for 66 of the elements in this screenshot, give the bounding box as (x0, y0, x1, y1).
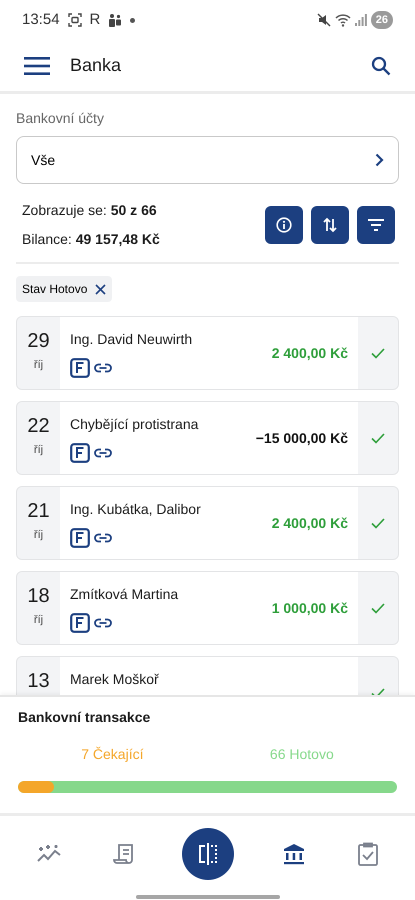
transaction-card[interactable]: 21 říj Ing. Kubátka, Dalibor 2 400,00 Kč (16, 486, 399, 560)
counterparty-name: Zmítková Martina (70, 585, 178, 604)
dot-icon (130, 18, 136, 22)
info-button[interactable] (265, 206, 303, 244)
filter-icon (368, 219, 384, 231)
link-icon (94, 448, 112, 458)
battery-level: 26 (370, 10, 393, 30)
counterparty-name: Chybějící protistrana (70, 415, 198, 434)
account-select[interactable]: Vše (16, 136, 399, 184)
shown-count: 50 z 66 (110, 202, 157, 218)
teams-icon (108, 13, 122, 27)
transaction-amount: 2 400,00 Kč (272, 514, 348, 532)
counterparty-name: Ing. Kubátka, Dalibor (70, 500, 201, 519)
info-icon (276, 217, 292, 233)
bank-icon (282, 842, 306, 865)
split-view-icon (197, 842, 220, 866)
link-icon (94, 363, 112, 373)
sort-button[interactable] (311, 206, 349, 244)
filter-button[interactable] (357, 206, 395, 244)
screenshot-icon (68, 13, 82, 27)
balance-label: Bilance: (22, 231, 72, 247)
sort-icon (323, 217, 337, 233)
link-icon (94, 618, 112, 628)
done-count: 66 Hotovo (270, 745, 334, 764)
search-icon (371, 56, 391, 76)
transaction-day: 13 (27, 671, 50, 691)
status-time: 13:54 (22, 10, 60, 30)
transaction-month: říj (34, 528, 44, 543)
chevron-right-icon (375, 153, 384, 167)
mute-icon (316, 13, 331, 27)
filter-chip[interactable]: Stav Hotovo (16, 276, 112, 302)
transaction-amount: 2 400,00 Kč (272, 344, 348, 362)
transaction-month: říj (34, 358, 44, 373)
signal-icon (354, 14, 367, 26)
transaction-card[interactable]: 29 říj Ing. David Neuwirth 2 400,00 Kč (16, 316, 399, 390)
balance-value: 49 157,48 Kč (76, 231, 160, 247)
close-icon (95, 284, 106, 294)
transaction-amount: −15 000,00 Kč (256, 428, 348, 448)
sparkle-chart-icon (36, 844, 62, 864)
field-label: Bankovní účty (16, 109, 105, 128)
counterparty-name: Marek Moškoř (70, 670, 159, 689)
clipboard-check-icon (357, 842, 380, 866)
sheet-title: Bankovní transakce (18, 708, 152, 727)
invoice-f-icon (70, 443, 90, 463)
invoice-f-icon (70, 358, 90, 378)
pending-count: 7 Čekající (81, 745, 144, 764)
menu-icon (24, 57, 50, 76)
wifi-icon (334, 13, 351, 27)
transaction-card[interactable]: 22 říj Chybějící protistrana −15 000,00 Kč (16, 401, 399, 475)
shown-label: Zobrazuje se: (22, 202, 107, 218)
invoice-f-icon (70, 528, 90, 548)
invoice-f-icon (70, 613, 90, 633)
link-icon (94, 533, 112, 543)
app-letter: R (90, 10, 100, 30)
transaction-card[interactable]: 18 říj Zmítková Martina 1 000,00 Kč (16, 571, 399, 645)
transaction-day: 22 (27, 416, 50, 436)
counterparty-name: Ing. David Neuwirth (70, 330, 192, 349)
transaction-day: 29 (27, 331, 50, 351)
transaction-amount: 1 000,00 Kč (272, 598, 348, 618)
page-title: Banka (70, 54, 122, 77)
receipt-icon (113, 842, 136, 865)
transaction-card[interactable]: 13 Marek Moškoř (16, 656, 399, 695)
transaction-day: 18 (27, 586, 50, 606)
transaction-month: říj (34, 613, 44, 628)
transaction-month: říj (34, 443, 44, 458)
transaction-day: 21 (27, 501, 50, 521)
